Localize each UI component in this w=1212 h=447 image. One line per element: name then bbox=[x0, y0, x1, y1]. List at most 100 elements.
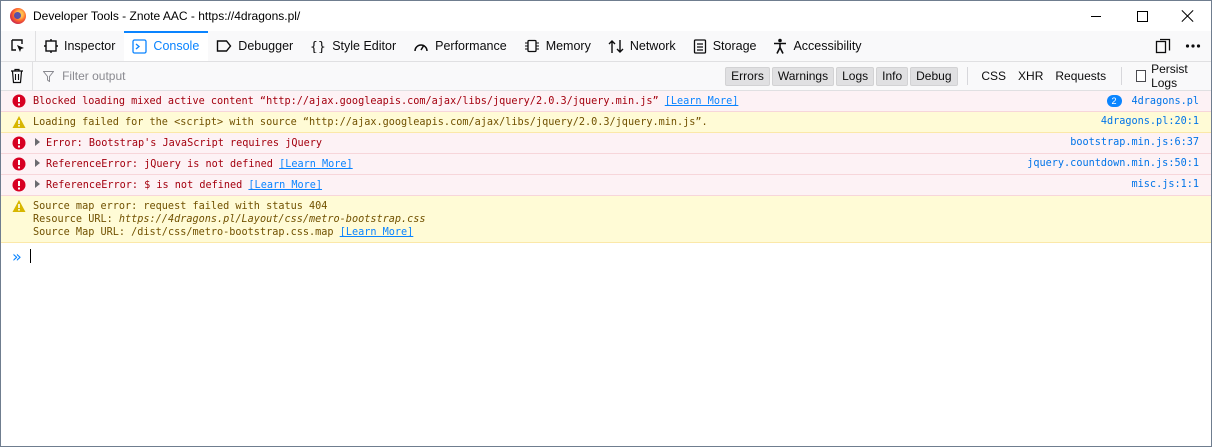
arrows-icon bbox=[608, 39, 624, 53]
console-message-warning: Source map error: request failed with st… bbox=[1, 196, 1211, 243]
person-icon bbox=[774, 38, 787, 54]
filter-xhr-button[interactable]: XHR bbox=[1012, 69, 1049, 83]
console-message-error: ReferenceError: $ is not defined [Learn … bbox=[1, 175, 1211, 196]
filter-requests-button[interactable]: Requests bbox=[1049, 69, 1112, 83]
resource-url-value: https://4dragons.pl/Layout/css/metro-boo… bbox=[118, 214, 426, 225]
tab-label: Storage bbox=[712, 39, 757, 53]
console-toolbar: Errors Warnings Logs Info Debug CSS XHR … bbox=[1, 62, 1211, 91]
error-icon bbox=[12, 136, 26, 150]
console-input-row[interactable]: » bbox=[1, 243, 1211, 269]
expand-arrow-icon[interactable] bbox=[35, 138, 40, 146]
warning-icon bbox=[12, 116, 26, 128]
more-options-button[interactable] bbox=[1181, 31, 1205, 61]
braces-icon: {} bbox=[310, 40, 326, 53]
chip-icon bbox=[524, 39, 539, 53]
tab-memory[interactable]: Memory bbox=[516, 31, 600, 61]
console-message-warning: Loading failed for the <script> with sou… bbox=[1, 112, 1211, 133]
tab-label: Debugger bbox=[238, 39, 294, 53]
tabbar-right-controls bbox=[1151, 31, 1211, 61]
persist-logs-label: Persist Logs bbox=[1151, 62, 1188, 90]
close-icon bbox=[1181, 9, 1195, 23]
element-picker-button[interactable] bbox=[1, 31, 36, 61]
prompt-chevron-icon: » bbox=[12, 246, 22, 266]
expand-arrow-icon[interactable] bbox=[35, 159, 40, 167]
log-level-filters: Errors Warnings Logs Info Debug CSS XHR … bbox=[723, 62, 1211, 90]
learn-more-link[interactable]: [Learn More] bbox=[665, 96, 739, 107]
message-text: Blocked loading mixed active content “ht… bbox=[33, 96, 659, 107]
debugger-icon bbox=[217, 40, 232, 52]
message-text: ReferenceError: $ is not defined bbox=[46, 180, 243, 191]
filter-input[interactable] bbox=[60, 68, 565, 84]
tab-network[interactable]: Network bbox=[600, 31, 685, 61]
tab-inspector[interactable]: Inspector bbox=[36, 31, 124, 61]
title-bar: Developer Tools - Znote AAC - https://4d… bbox=[1, 1, 1211, 31]
firefox-logo-icon bbox=[10, 8, 26, 24]
filter-css-button[interactable]: CSS bbox=[975, 69, 1012, 83]
tab-label: Network bbox=[629, 39, 676, 53]
source-link[interactable]: 4dragons.pl bbox=[1132, 96, 1199, 107]
close-button[interactable] bbox=[1165, 1, 1211, 31]
devtools-window: Developer Tools - Znote AAC - https://4d… bbox=[0, 0, 1212, 447]
tab-label: Performance bbox=[435, 39, 507, 53]
source-link[interactable]: 4dragons.pl:20:1 bbox=[1101, 112, 1211, 127]
dock-side-icon bbox=[1155, 38, 1171, 54]
tab-label: Accessibility bbox=[793, 39, 862, 53]
source-link[interactable]: misc.js:1:1 bbox=[1132, 175, 1211, 190]
filter-logs-button[interactable]: Logs bbox=[836, 66, 875, 86]
console-message-error: Error: Bootstrap's JavaScript requires j… bbox=[1, 133, 1211, 154]
console-message-error: Blocked loading mixed active content “ht… bbox=[1, 91, 1211, 112]
source-link[interactable]: bootstrap.min.js:6:37 bbox=[1070, 133, 1211, 148]
filter-debug-button[interactable]: Debug bbox=[910, 66, 958, 86]
repeat-count-badge: 2 bbox=[1106, 95, 1122, 107]
window-controls bbox=[1073, 1, 1211, 31]
toolbar-divider bbox=[966, 67, 968, 85]
message-body: ReferenceError: $ is not defined [Learn … bbox=[33, 175, 1132, 195]
source-link[interactable]: jquery.countdown.min.js:50:1 bbox=[1027, 154, 1211, 169]
minimize-button[interactable] bbox=[1073, 1, 1119, 31]
devtools-tab-bar: Inspector Console Debugger {} Style Edit… bbox=[1, 31, 1211, 62]
message-text: Loading failed for the <script> with sou… bbox=[33, 117, 708, 128]
tab-label: Style Editor bbox=[332, 39, 397, 53]
text-caret bbox=[29, 249, 31, 263]
learn-more-link[interactable]: [Learn More] bbox=[340, 227, 414, 238]
tab-label: Memory bbox=[545, 39, 591, 53]
tab-performance[interactable]: Performance bbox=[405, 31, 516, 61]
svg-text:{}: {} bbox=[310, 40, 326, 53]
dock-options-button[interactable] bbox=[1151, 31, 1175, 61]
clear-console-button[interactable] bbox=[1, 62, 34, 90]
message-body: ReferenceError: jQuery is not defined [L… bbox=[33, 154, 1027, 174]
filter-output bbox=[33, 68, 723, 84]
tab-accessibility[interactable]: Accessibility bbox=[765, 31, 870, 61]
tab-debugger[interactable]: Debugger bbox=[208, 31, 302, 61]
maximize-icon bbox=[1136, 10, 1148, 22]
filter-errors-button[interactable]: Errors bbox=[725, 66, 770, 86]
filter-info-button[interactable]: Info bbox=[876, 66, 909, 86]
error-icon bbox=[12, 157, 26, 171]
filter-warnings-button[interactable]: Warnings bbox=[771, 66, 835, 86]
element-picker-icon bbox=[11, 39, 24, 52]
persist-logs-checkbox[interactable] bbox=[1135, 70, 1147, 82]
error-icon bbox=[12, 94, 26, 108]
maximize-button[interactable] bbox=[1119, 1, 1165, 31]
persist-logs-toggle[interactable]: Persist Logs bbox=[1135, 62, 1205, 90]
resource-url-label: Resource URL: bbox=[33, 214, 119, 225]
message-body: Error: Bootstrap's JavaScript requires j… bbox=[33, 133, 1070, 153]
expand-arrow-icon[interactable] bbox=[35, 180, 40, 188]
minimize-icon bbox=[1091, 15, 1101, 17]
trash-icon bbox=[10, 68, 23, 84]
message-body: Blocked loading mixed active content “ht… bbox=[33, 91, 1107, 111]
filter-icon bbox=[43, 70, 55, 82]
tab-label: Console bbox=[153, 39, 200, 53]
storage-icon bbox=[693, 38, 706, 54]
inspector-icon bbox=[44, 39, 58, 53]
learn-more-link[interactable]: [Learn More] bbox=[279, 159, 353, 170]
message-source: 2 4dragons.pl bbox=[1106, 91, 1211, 107]
tab-storage[interactable]: Storage bbox=[685, 31, 766, 61]
learn-more-link[interactable]: [Learn More] bbox=[248, 180, 322, 191]
window-title: Developer Tools - Znote AAC - https://4d… bbox=[33, 9, 301, 23]
tab-console[interactable]: Console bbox=[124, 31, 209, 61]
tab-style-editor[interactable]: {} Style Editor bbox=[302, 31, 405, 61]
gauge-icon bbox=[414, 44, 428, 52]
console-icon bbox=[132, 38, 148, 54]
message-text: Source map error: request failed with st… bbox=[33, 201, 328, 212]
